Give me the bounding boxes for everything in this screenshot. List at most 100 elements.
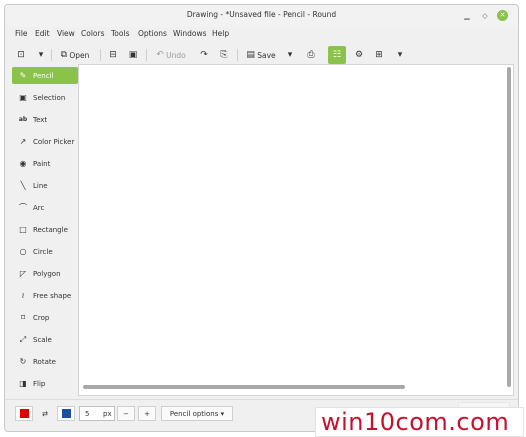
- toggle-tools-button[interactable]: ⚙: [351, 46, 367, 64]
- menu-colors[interactable]: Colors: [81, 29, 105, 38]
- menu-edit[interactable]: Edit: [35, 29, 50, 38]
- toolbar-separator: [100, 49, 101, 61]
- tool-line[interactable]: ╲ Line: [12, 177, 78, 194]
- tool-rotate[interactable]: ↻ Rotate: [12, 353, 78, 370]
- options-button[interactable]: ⊞: [372, 46, 386, 64]
- redo-button[interactable]: ↷: [197, 46, 211, 64]
- watermark: win10com.com: [315, 407, 524, 437]
- menu-options[interactable]: Options: [138, 29, 167, 38]
- color-picker-icon: ↗: [19, 137, 27, 146]
- toolbar-separator: [51, 49, 52, 61]
- exchange-icon: ⇄: [42, 409, 48, 418]
- options-icon: ⊞: [375, 49, 383, 60]
- secondary-color-button[interactable]: [57, 406, 75, 421]
- decrease-size-button[interactable]: −: [117, 406, 135, 421]
- more-menu-button[interactable]: ▾: [395, 46, 405, 64]
- selection-icon: ▣: [19, 93, 27, 102]
- scale-icon: ⤢: [19, 334, 27, 344]
- toolbar-separator: [237, 49, 238, 61]
- sidebar-icon: ☷: [332, 49, 342, 60]
- rectangle-icon: □: [19, 225, 27, 234]
- flip-icon: ◨: [19, 379, 27, 388]
- chevron-down-icon: ▾: [397, 49, 403, 60]
- import-button[interactable]: ⊟: [106, 46, 120, 64]
- tool-selection[interactable]: ▣ Selection: [12, 89, 78, 106]
- app-window: Drawing - *Unsaved file - Pencil - Round…: [4, 4, 519, 432]
- save-icon: ▤: [246, 49, 255, 60]
- paste-button[interactable]: ▣: [126, 46, 140, 64]
- save-menu-button[interactable]: ▾: [285, 46, 295, 64]
- increase-size-button[interactable]: +: [138, 406, 156, 421]
- clipboard-icon: ▣: [128, 49, 138, 60]
- free-shape-icon: ≀: [21, 291, 25, 300]
- tool-free-shape[interactable]: ≀ Free shape: [12, 287, 78, 304]
- open-button[interactable]: ⧉ Open: [57, 46, 93, 64]
- undo-label: Undo: [166, 50, 186, 60]
- tool-options-menu-button[interactable]: Pencil options ▾: [161, 406, 233, 421]
- tool-label: Polygon: [33, 269, 61, 278]
- import-icon: ⊟: [109, 49, 117, 60]
- tool-label: Selection: [33, 93, 66, 102]
- menu-file[interactable]: File: [15, 29, 28, 38]
- chevron-down-icon: ▾: [38, 49, 44, 60]
- new-image-menu-button[interactable]: ▾: [36, 46, 46, 64]
- undo-button[interactable]: ↶ Undo: [152, 46, 190, 64]
- menubar: File Edit View Colors Tools Options Wind…: [5, 27, 518, 43]
- drawing-canvas[interactable]: [78, 64, 514, 396]
- redo-icon: ↷: [200, 49, 208, 60]
- window-title: Drawing - *Unsaved file - Pencil - Round: [186, 10, 337, 19]
- tool-polygon[interactable]: ◸ Polygon: [12, 265, 78, 282]
- toggle-sidebar-button[interactable]: ☷: [328, 46, 346, 64]
- tool-label: Flip: [33, 379, 46, 388]
- tool-paint[interactable]: ◉ Paint: [12, 155, 78, 172]
- toolbar-separator: [146, 49, 147, 61]
- tool-size-field[interactable]: 5 px: [79, 406, 115, 421]
- maximize-button[interactable]: ◇: [479, 10, 491, 22]
- tool-label: Circle: [33, 247, 53, 256]
- minus-icon: −: [123, 409, 129, 418]
- tool-color-picker[interactable]: ↗ Color Picker: [12, 133, 78, 150]
- history-button[interactable]: ⎘: [217, 46, 231, 64]
- tool-label: Line: [33, 181, 48, 190]
- exchange-colors-button[interactable]: ⇄: [37, 406, 53, 421]
- chevron-down-icon: ▾: [287, 49, 293, 60]
- watermark-text: win10com.com: [321, 408, 510, 436]
- save-button[interactable]: ▤ Save: [243, 46, 279, 64]
- menu-view[interactable]: View: [57, 29, 75, 38]
- menu-help[interactable]: Help: [212, 29, 229, 38]
- tool-options-label: Pencil options: [169, 409, 219, 418]
- tool-label: Paint: [33, 159, 51, 168]
- tool-label: Rotate: [33, 357, 56, 366]
- tool-rectangle[interactable]: □ Rectangle: [12, 221, 78, 238]
- print-icon: ⎙: [307, 49, 315, 60]
- close-button[interactable]: ✕: [497, 10, 508, 21]
- menu-windows[interactable]: Windows: [173, 29, 206, 38]
- tool-scale[interactable]: ⤢ Scale: [12, 331, 78, 348]
- tool-pencil[interactable]: ✎ Pencil: [12, 67, 78, 84]
- undo-icon: ↶: [156, 49, 164, 60]
- tool-circle[interactable]: ○ Circle: [12, 243, 78, 260]
- print-button[interactable]: ⎙: [304, 46, 318, 64]
- tool-crop[interactable]: ⌑ Crop: [12, 309, 78, 326]
- size-value: 5: [85, 409, 90, 418]
- plus-icon: +: [144, 409, 150, 418]
- tool-label: Crop: [33, 313, 50, 322]
- paint-bucket-icon: ◉: [19, 159, 27, 168]
- new-image-icon: ⊡: [17, 49, 25, 60]
- polygon-icon: ◸: [19, 269, 27, 278]
- horizontal-scrollbar[interactable]: [83, 385, 405, 389]
- menu-tools[interactable]: Tools: [111, 29, 129, 38]
- vertical-scrollbar[interactable]: [507, 67, 511, 387]
- history-icon: ⎘: [220, 49, 228, 60]
- tool-label: Free shape: [33, 291, 72, 300]
- tool-arc[interactable]: ⌒ Arc: [12, 199, 78, 216]
- tools-sidebar: ✎ Pencil ▣ Selection ab Text ↗ Color Picker …: [10, 65, 78, 397]
- rotate-icon: ↻: [19, 357, 27, 366]
- minimize-button[interactable]: ▁: [461, 10, 473, 22]
- main-color-button[interactable]: [15, 406, 33, 421]
- tool-text[interactable]: ab Text: [12, 111, 78, 128]
- tool-flip[interactable]: ◨ Flip: [12, 375, 78, 392]
- new-image-button[interactable]: ⊡: [13, 46, 29, 64]
- circle-icon: ○: [19, 247, 27, 256]
- tool-label: Text: [33, 115, 48, 124]
